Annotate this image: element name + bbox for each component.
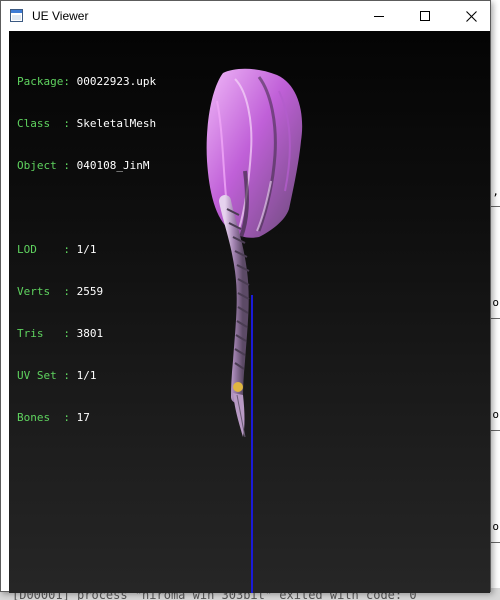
console-rule: [490, 430, 500, 431]
app-window-icon: [10, 9, 23, 22]
console-rule: [490, 318, 500, 319]
hair-tie: [233, 382, 243, 392]
minimize-button[interactable]: [356, 1, 402, 31]
maximize-button[interactable]: [402, 1, 448, 31]
minimize-icon: [374, 16, 384, 17]
close-icon: [465, 10, 477, 22]
hair-cap: [206, 68, 303, 238]
ue-viewer-window: UE Viewer Package: 00022923.upk Class : …: [0, 0, 491, 593]
console-char: ,: [492, 185, 499, 198]
window-title: UE Viewer: [32, 9, 89, 23]
close-button[interactable]: [448, 1, 494, 31]
maximize-icon: [420, 11, 430, 21]
console-char: o: [492, 520, 499, 533]
3d-viewport[interactable]: Package: 00022923.upk Class : SkeletalMe…: [9, 31, 490, 593]
console-rule: [490, 206, 500, 207]
title-bar[interactable]: UE Viewer: [1, 1, 490, 31]
console-rule: [490, 542, 500, 543]
console-char: o: [492, 296, 499, 309]
hair-mesh-model: [206, 68, 303, 438]
console-char: o: [492, 408, 499, 421]
